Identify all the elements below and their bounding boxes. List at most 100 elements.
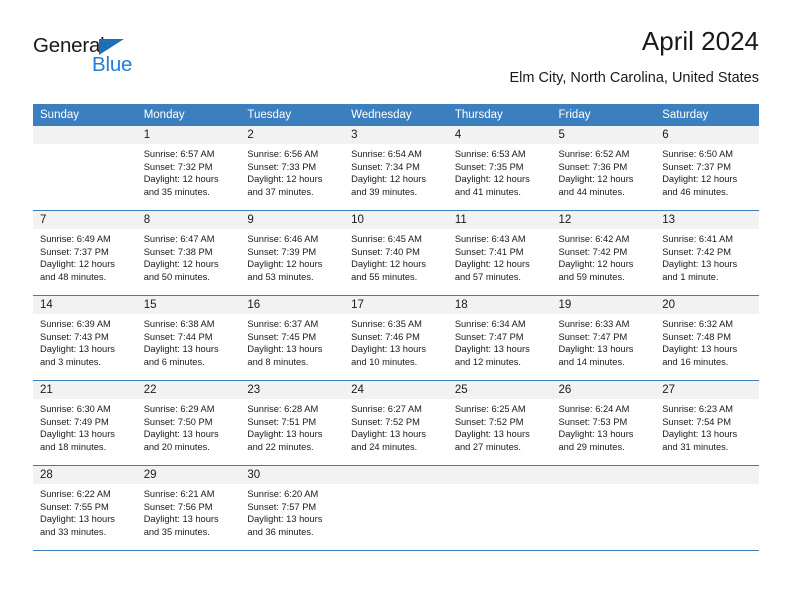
- daylight-text: Daylight: 12 hours: [454, 259, 530, 270]
- daylight-text: and 50 minutes.: [143, 271, 210, 282]
- daylight-text: and 24 minutes.: [351, 441, 418, 452]
- day-number: 10: [344, 211, 448, 229]
- day-number: [655, 466, 759, 484]
- day-details: Sunrise: 6:20 AM Sunset: 7:57 PM Daylight:…: [240, 484, 344, 550]
- daylight-text: and 53 minutes.: [247, 271, 314, 282]
- calendar-day-cell[interactable]: 22 Sunrise: 6:29 AM Sunset: 7:50 PM Dayligh…: [136, 380, 241, 466]
- daylight-text: Daylight: 13 hours: [662, 429, 738, 440]
- daylight-text: and 22 minutes.: [247, 441, 314, 452]
- sunrise-text: Sunrise: 6:35 AM: [351, 319, 422, 329]
- weekday-header-friday: Friday: [551, 104, 656, 126]
- sunrise-text: Sunrise: 6:34 AM: [454, 319, 526, 329]
- daylight-text: Daylight: 13 hours: [247, 429, 323, 440]
- calendar-day-cell[interactable]: 8 Sunrise: 6:47 AM Sunset: 7:38 PM Daylight…: [136, 210, 241, 296]
- calendar-empty-cell: [655, 465, 759, 551]
- day-number: 2: [240, 126, 345, 144]
- calendar-day-cell[interactable]: 24 Sunrise: 6:27 AM Sunset: 7:52 PM Dayligh…: [344, 380, 448, 466]
- calendar-day-cell[interactable]: 3 Sunrise: 6:54 AM Sunset: 7:34 PM Daylight…: [344, 126, 448, 211]
- day-details: Sunrise: 6:24 AM Sunset: 7:53 PM Daylight:…: [552, 399, 656, 465]
- sunrise-text: Sunrise: 6:22 AM: [40, 489, 111, 499]
- daylight-text: Daylight: 12 hours: [247, 174, 323, 185]
- calendar-day-cell[interactable]: 16 Sunrise: 6:37 AM Sunset: 7:45 PM Dayligh…: [240, 295, 345, 381]
- daylight-text: and 37 minutes.: [247, 186, 314, 197]
- sunrise-text: Sunrise: 6:39 AM: [40, 319, 111, 329]
- daylight-text: Daylight: 12 hours: [143, 259, 219, 270]
- sunrise-text: Sunrise: 6:29 AM: [143, 404, 215, 414]
- calendar-day-cell[interactable]: 13 Sunrise: 6:41 AM Sunset: 7:42 PM Dayligh…: [655, 210, 759, 296]
- daylight-text: Daylight: 12 hours: [40, 259, 115, 270]
- sunrise-text: Sunrise: 6:37 AM: [247, 319, 319, 329]
- calendar-day-cell[interactable]: 18 Sunrise: 6:34 AM Sunset: 7:47 PM Dayligh…: [447, 295, 552, 381]
- sunrise-text: Sunrise: 6:47 AM: [143, 234, 215, 244]
- day-details: Sunrise: 6:53 AM Sunset: 7:35 PM Daylight:…: [448, 144, 552, 210]
- day-details: Sunrise: 6:33 AM Sunset: 7:47 PM Daylight:…: [552, 314, 656, 380]
- calendar-day-cell[interactable]: 10 Sunrise: 6:45 AM Sunset: 7:40 PM Dayligh…: [344, 210, 448, 296]
- day-details: Sunrise: 6:49 AM Sunset: 7:37 PM Daylight:…: [33, 229, 137, 295]
- calendar-day-cell[interactable]: 26 Sunrise: 6:24 AM Sunset: 7:53 PM Dayligh…: [551, 380, 656, 466]
- calendar-day-cell[interactable]: 14 Sunrise: 6:39 AM Sunset: 7:43 PM Dayligh…: [33, 295, 137, 381]
- calendar-day-cell[interactable]: 28 Sunrise: 6:22 AM Sunset: 7:55 PM Dayligh…: [33, 465, 137, 551]
- calendar-day-cell[interactable]: 6 Sunrise: 6:50 AM Sunset: 7:37 PM Daylight…: [655, 126, 759, 211]
- day-details: Sunrise: 6:38 AM Sunset: 7:44 PM Daylight:…: [137, 314, 241, 380]
- calendar-day-cell[interactable]: 1 Sunrise: 6:57 AM Sunset: 7:32 PM Daylight…: [136, 126, 241, 211]
- sunrise-text: Sunrise: 6:24 AM: [558, 404, 630, 414]
- daylight-text: and 33 minutes.: [40, 526, 107, 537]
- calendar-day-cell[interactable]: 23 Sunrise: 6:28 AM Sunset: 7:51 PM Dayligh…: [240, 380, 345, 466]
- sunset-text: Sunset: 7:54 PM: [662, 416, 731, 427]
- day-number: 6: [655, 126, 759, 144]
- calendar-day-cell[interactable]: 15 Sunrise: 6:38 AM Sunset: 7:44 PM Dayligh…: [136, 295, 241, 381]
- day-number: 27: [655, 381, 759, 399]
- calendar-day-cell[interactable]: 11 Sunrise: 6:43 AM Sunset: 7:41 PM Dayligh…: [447, 210, 552, 296]
- daylight-text: and 6 minutes.: [143, 356, 205, 367]
- calendar-day-cell[interactable]: 25 Sunrise: 6:25 AM Sunset: 7:52 PM Dayligh…: [447, 380, 552, 466]
- sunset-text: Sunset: 7:38 PM: [143, 246, 213, 257]
- sunset-text: Sunset: 7:42 PM: [558, 246, 628, 257]
- calendar-day-cell[interactable]: 17 Sunrise: 6:35 AM Sunset: 7:46 PM Dayligh…: [344, 295, 448, 381]
- brand-logo[interactable]: General Blue: [33, 34, 203, 80]
- sunset-text: Sunset: 7:51 PM: [247, 416, 317, 427]
- daylight-text: and 35 minutes.: [143, 526, 210, 537]
- calendar-day-cell[interactable]: 5 Sunrise: 6:52 AM Sunset: 7:36 PM Daylight…: [551, 126, 656, 211]
- day-details: Sunrise: 6:32 AM Sunset: 7:48 PM Daylight:…: [655, 314, 759, 380]
- daylight-text: Daylight: 12 hours: [351, 259, 427, 270]
- day-details: Sunrise: 6:34 AM Sunset: 7:47 PM Daylight:…: [448, 314, 552, 380]
- day-details: Sunrise: 6:41 AM Sunset: 7:42 PM Daylight:…: [655, 229, 759, 295]
- sunrise-text: Sunrise: 6:32 AM: [662, 319, 734, 329]
- sunrise-text: Sunrise: 6:20 AM: [247, 489, 319, 499]
- weekday-header-row: Sunday Monday Tuesday Wednesday Thursday Frid…: [33, 104, 759, 126]
- calendar-day-cell[interactable]: 2 Sunrise: 6:56 AM Sunset: 7:33 PM Daylight…: [240, 126, 345, 211]
- calendar-day-cell[interactable]: 12 Sunrise: 6:42 AM Sunset: 7:42 PM Dayligh…: [551, 210, 656, 296]
- calendar-day-cell[interactable]: 29 Sunrise: 6:21 AM Sunset: 7:56 PM Dayligh…: [136, 465, 241, 551]
- day-number: 3: [344, 126, 448, 144]
- sunrise-sunset-calendar: Sunday Monday Tuesday Wednesday Thursday Frid…: [33, 104, 759, 551]
- day-number: 28: [33, 466, 137, 484]
- daylight-text: Daylight: 13 hours: [558, 429, 634, 440]
- calendar-day-cell[interactable]: 4 Sunrise: 6:53 AM Sunset: 7:35 PM Daylight…: [447, 126, 552, 211]
- daylight-text: Daylight: 12 hours: [351, 174, 427, 185]
- daylight-text: and 35 minutes.: [143, 186, 210, 197]
- calendar-empty-cell: [447, 465, 552, 551]
- day-details: Sunrise: 6:30 AM Sunset: 7:49 PM Daylight:…: [33, 399, 137, 465]
- day-details: Sunrise: 6:27 AM Sunset: 7:52 PM Daylight:…: [344, 399, 448, 465]
- daylight-text: Daylight: 13 hours: [662, 344, 738, 355]
- day-number: 30: [240, 466, 345, 484]
- calendar-day-cell[interactable]: 7 Sunrise: 6:49 AM Sunset: 7:37 PM Daylight…: [33, 210, 137, 296]
- day-number: 24: [344, 381, 448, 399]
- calendar-day-cell[interactable]: 21 Sunrise: 6:30 AM Sunset: 7:49 PM Dayligh…: [33, 380, 137, 466]
- day-details: Sunrise: 6:23 AM Sunset: 7:54 PM Daylight:…: [655, 399, 759, 465]
- sunrise-text: Sunrise: 6:25 AM: [454, 404, 526, 414]
- daylight-text: and 8 minutes.: [247, 356, 309, 367]
- calendar-day-cell[interactable]: 9 Sunrise: 6:46 AM Sunset: 7:39 PM Daylight…: [240, 210, 345, 296]
- day-number: 19: [551, 296, 656, 314]
- calendar-empty-cell: [33, 126, 137, 211]
- daylight-text: and 18 minutes.: [40, 441, 107, 452]
- daylight-text: Daylight: 13 hours: [40, 429, 115, 440]
- day-details: Sunrise: 6:52 AM Sunset: 7:36 PM Daylight:…: [552, 144, 656, 210]
- sunset-text: Sunset: 7:39 PM: [247, 246, 317, 257]
- calendar-day-cell[interactable]: 27 Sunrise: 6:23 AM Sunset: 7:54 PM Dayligh…: [655, 380, 759, 466]
- daylight-text: and 57 minutes.: [454, 271, 521, 282]
- calendar-day-cell[interactable]: 30 Sunrise: 6:20 AM Sunset: 7:57 PM Dayligh…: [240, 465, 345, 551]
- calendar-day-cell[interactable]: 19 Sunrise: 6:33 AM Sunset: 7:47 PM Dayligh…: [551, 295, 656, 381]
- day-details: Sunrise: 6:50 AM Sunset: 7:37 PM Daylight:…: [655, 144, 759, 210]
- calendar-day-cell[interactable]: 20 Sunrise: 6:32 AM Sunset: 7:48 PM Dayligh…: [655, 295, 759, 381]
